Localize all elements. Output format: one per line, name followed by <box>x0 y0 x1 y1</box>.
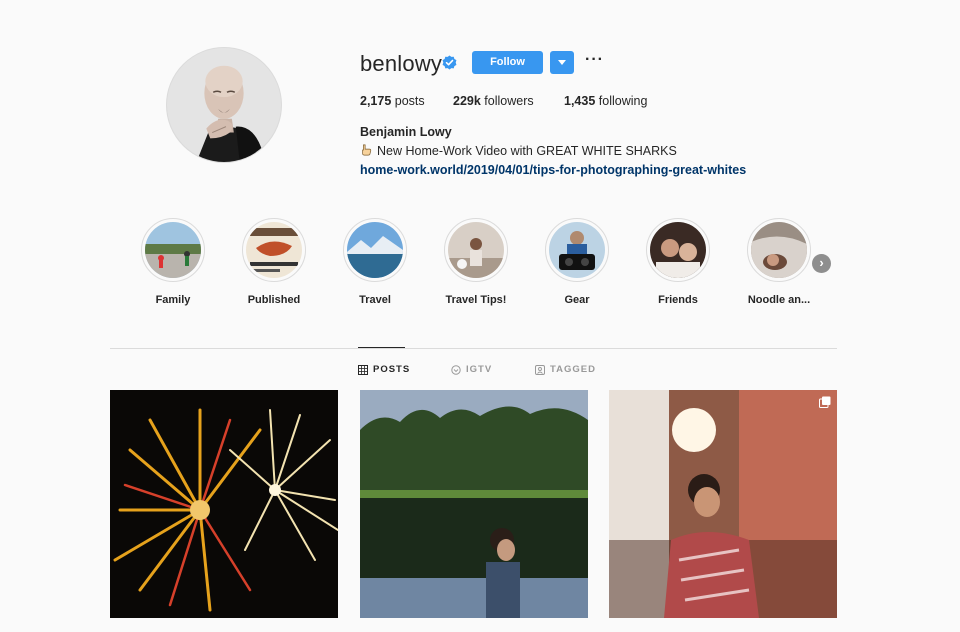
highlight-ring <box>646 218 710 282</box>
posts-stat: 2,175 posts <box>360 94 425 108</box>
profile-full-name: Benjamin Lowy <box>360 125 452 139</box>
post-thumbnail[interactable] <box>110 390 338 618</box>
multiple-photos-icon <box>819 396 831 408</box>
follow-button[interactable]: Follow <box>472 51 543 74</box>
story-highlight-published[interactable]: Published <box>224 218 324 306</box>
family-thumbnail <box>145 222 201 278</box>
pointing-hand-icon <box>360 144 374 158</box>
following-label: following <box>598 94 648 108</box>
chevron-down-icon <box>558 60 566 65</box>
highlight-ring <box>444 218 508 282</box>
noodle-thumbnail <box>751 222 807 278</box>
story-highlight-travel[interactable]: Travel <box>325 218 425 306</box>
highlight-label: Family <box>155 294 191 306</box>
tabs-divider <box>110 348 837 349</box>
highlight-label: Travel Tips! <box>445 294 507 306</box>
posts-count: 2,175 <box>360 94 392 108</box>
highlight-label: Published <box>247 294 301 306</box>
tab-tagged-label: TAGGED <box>550 364 596 375</box>
highlights-next-arrow-icon[interactable]: › <box>812 254 831 273</box>
tab-posts[interactable]: POSTS <box>358 364 410 375</box>
highlight-ring <box>141 218 205 282</box>
story-highlight-friends[interactable]: Friends <box>628 218 728 306</box>
more-options-icon[interactable]: ··· <box>585 52 603 71</box>
followers-count: 229k <box>453 94 481 108</box>
travel-thumbnail <box>347 222 403 278</box>
story-highlight-gear[interactable]: Gear <box>527 218 627 306</box>
travel-tips-thumbnail <box>448 222 504 278</box>
profile-avatar[interactable] <box>166 47 282 163</box>
tab-posts-label: POSTS <box>373 364 411 375</box>
following-count: 1,435 <box>564 94 596 108</box>
post-thumbnail[interactable] <box>609 390 837 618</box>
posts-label: posts <box>394 94 425 108</box>
story-highlight-travel-tips[interactable]: Travel Tips! <box>426 218 526 306</box>
highlight-ring <box>242 218 306 282</box>
tab-igtv[interactable]: IGTV <box>451 364 492 375</box>
gear-thumbnail <box>549 222 605 278</box>
highlight-ring <box>747 218 811 282</box>
story-highlight-family[interactable]: Family <box>123 218 223 306</box>
highlight-label: Noodle an... <box>747 294 811 306</box>
highlight-label: Travel <box>359 294 391 306</box>
tab-igtv-label: IGTV <box>466 364 493 375</box>
tab-tagged[interactable]: TAGGED <box>535 364 596 375</box>
igtv-icon <box>451 364 461 375</box>
followers-label: followers <box>484 94 534 108</box>
bio-text: New Home-Work Video with GREAT WHITE SHA… <box>377 144 677 158</box>
highlight-label: Friends <box>658 294 698 306</box>
post-thumbnail[interactable] <box>360 390 588 618</box>
following-stat[interactable]: 1,435 following <box>564 94 647 108</box>
grid-icon <box>358 364 368 375</box>
published-thumbnail <box>246 222 302 278</box>
active-tab-indicator <box>358 347 405 348</box>
followers-stat[interactable]: 229k followers <box>453 94 534 108</box>
friends-thumbnail <box>650 222 706 278</box>
highlight-ring <box>545 218 609 282</box>
highlight-label: Gear <box>564 294 590 306</box>
profile-username: benlowy <box>360 51 443 76</box>
verified-badge-icon <box>442 55 457 70</box>
highlight-ring <box>343 218 407 282</box>
profile-bio: New Home-Work Video with GREAT WHITE SHA… <box>360 144 677 158</box>
tagged-icon <box>535 364 545 375</box>
suggested-accounts-dropdown-button[interactable] <box>550 51 574 74</box>
profile-website-link[interactable]: home-work.world/2019/04/01/tips-for-phot… <box>360 163 746 177</box>
profile-page: benlowy Follow ··· 2,175 posts 229k foll… <box>0 0 960 632</box>
